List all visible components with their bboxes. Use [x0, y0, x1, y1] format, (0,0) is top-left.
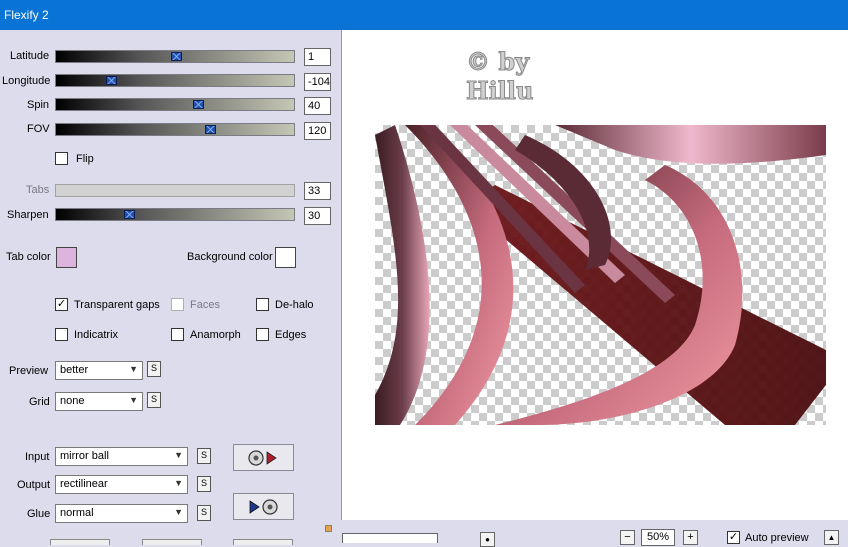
indicatrix-checkbox[interactable] — [55, 328, 68, 341]
bottom-button-partial[interactable] — [50, 539, 110, 545]
grid-value: none — [60, 395, 85, 407]
title-bar: Flexify 2 — [0, 0, 848, 30]
glue-label: Glue — [27, 508, 51, 520]
transparent-gaps-checkbox[interactable]: ✓ — [55, 298, 68, 311]
latitude-label: Latitude — [10, 50, 50, 62]
output-projection-value: rectilinear — [60, 478, 108, 490]
longitude-value-field[interactable]: -104 — [304, 73, 331, 91]
spin-value-field[interactable]: 40 — [304, 97, 331, 115]
watermark-line-1: © by — [466, 47, 530, 76]
tab-color-swatch[interactable] — [56, 247, 77, 268]
latitude-slider[interactable] — [55, 50, 295, 63]
background-color-label: Background color — [187, 251, 273, 263]
sharpen-slider-thumb[interactable] — [124, 210, 135, 219]
longitude-slider[interactable] — [55, 74, 295, 87]
edges-label: Edges — [275, 329, 307, 341]
transparent-gaps-label: Transparent gaps — [74, 299, 160, 311]
fov-slider-thumb[interactable] — [205, 125, 216, 134]
spin-slider-thumb[interactable] — [193, 100, 204, 109]
glue-value: normal — [60, 507, 94, 519]
anamorph-label: Anamorph — [190, 329, 241, 341]
grid-s-button[interactable]: S — [147, 392, 161, 408]
faces-label: Faces — [190, 299, 220, 311]
check-mark-icon: ✓ — [56, 298, 67, 310]
latitude-value-field[interactable]: 1 — [304, 48, 331, 66]
bottom-button-partial[interactable] — [233, 539, 293, 545]
indicatrix-label: Indicatrix — [74, 329, 119, 341]
settings-panel: Latitude 1 Longitude -104 Spin 40 FOV 12… — [0, 30, 336, 545]
bottom-bar: ● − 50% + ✓ Auto preview ▲ — [336, 520, 848, 547]
input-projection-select[interactable]: mirror ball ▼ — [55, 447, 188, 466]
spin-label: Spin — [27, 99, 50, 111]
grid-select[interactable]: none ▼ — [55, 392, 143, 411]
disc-to-play-icon — [248, 450, 277, 466]
resize-handle-icon[interactable] — [325, 525, 332, 532]
chevron-down-icon: ▼ — [129, 364, 138, 374]
title-bar-edge — [838, 0, 848, 30]
preview-label: Preview — [9, 365, 49, 377]
preview-image — [375, 125, 826, 425]
fov-label: FOV — [27, 123, 50, 135]
bottom-button-partial[interactable] — [142, 539, 202, 545]
preview-quality-select[interactable]: better ▼ — [55, 361, 143, 380]
output-s-button[interactable]: S — [197, 476, 211, 492]
chevron-down-icon: ▼ — [174, 507, 183, 517]
watermark: © by Hillu — [462, 44, 572, 109]
output-label: Output — [17, 479, 51, 491]
glue-s-button[interactable]: S — [197, 505, 211, 521]
longitude-label: Longitude — [2, 75, 51, 87]
longitude-slider-thumb[interactable] — [106, 76, 117, 85]
tab-color-label: Tab color — [6, 251, 51, 263]
tabs-label: Tabs — [26, 184, 50, 196]
input-s-button[interactable]: S — [197, 448, 211, 464]
chevron-up-icon: ▲ — [827, 533, 836, 542]
glue-select[interactable]: normal ▼ — [55, 504, 188, 523]
preview-quality-value: better — [60, 364, 89, 376]
sharpen-label: Sharpen — [7, 209, 49, 221]
input-label: Input — [25, 451, 50, 463]
flip-label: Flip — [76, 153, 94, 165]
output-projection-select[interactable]: rectilinear ▼ — [55, 475, 188, 494]
zoom-level-field[interactable]: 50% — [641, 529, 675, 546]
spin-slider[interactable] — [55, 98, 295, 111]
latitude-slider-thumb[interactable] — [171, 52, 182, 61]
preview-area[interactable]: © by Hillu — [341, 30, 848, 520]
nav-button[interactable]: ● — [480, 532, 495, 547]
window-title: Flexify 2 — [4, 8, 49, 22]
tabs-value-field[interactable]: 33 — [304, 182, 331, 200]
grid-label: Grid — [29, 396, 50, 408]
status-field-partial — [342, 533, 438, 543]
tabs-slider — [55, 184, 295, 197]
chevron-down-icon: ▼ — [129, 395, 138, 405]
preview-s-button[interactable]: S — [147, 361, 161, 377]
edges-checkbox[interactable] — [256, 328, 269, 341]
fov-slider[interactable] — [55, 123, 295, 136]
fov-value-field[interactable]: 120 — [304, 122, 331, 140]
anamorph-checkbox[interactable] — [171, 328, 184, 341]
preview-render — [375, 125, 826, 425]
output-projection-button[interactable] — [233, 493, 294, 520]
chevron-down-icon: ▼ — [174, 450, 183, 460]
check-mark-icon: ✓ — [728, 531, 739, 543]
input-projection-button[interactable] — [233, 444, 294, 471]
de-halo-checkbox[interactable] — [256, 298, 269, 311]
watermark-graphic: © by Hillu — [466, 47, 534, 106]
sharpen-slider[interactable] — [55, 208, 295, 221]
de-halo-label: De-halo — [275, 299, 314, 311]
sharpen-value-field[interactable]: 30 — [304, 207, 331, 225]
input-projection-value: mirror ball — [60, 450, 109, 462]
chevron-down-icon: ▼ — [174, 478, 183, 488]
auto-preview-checkbox[interactable]: ✓ — [727, 531, 740, 544]
faces-checkbox — [171, 298, 184, 311]
watermark-line-2: Hillu — [466, 76, 533, 105]
flip-checkbox[interactable] — [55, 152, 68, 165]
auto-preview-label: Auto preview — [745, 532, 809, 544]
play-to-disc-icon — [249, 499, 278, 515]
background-color-swatch[interactable] — [275, 247, 296, 268]
